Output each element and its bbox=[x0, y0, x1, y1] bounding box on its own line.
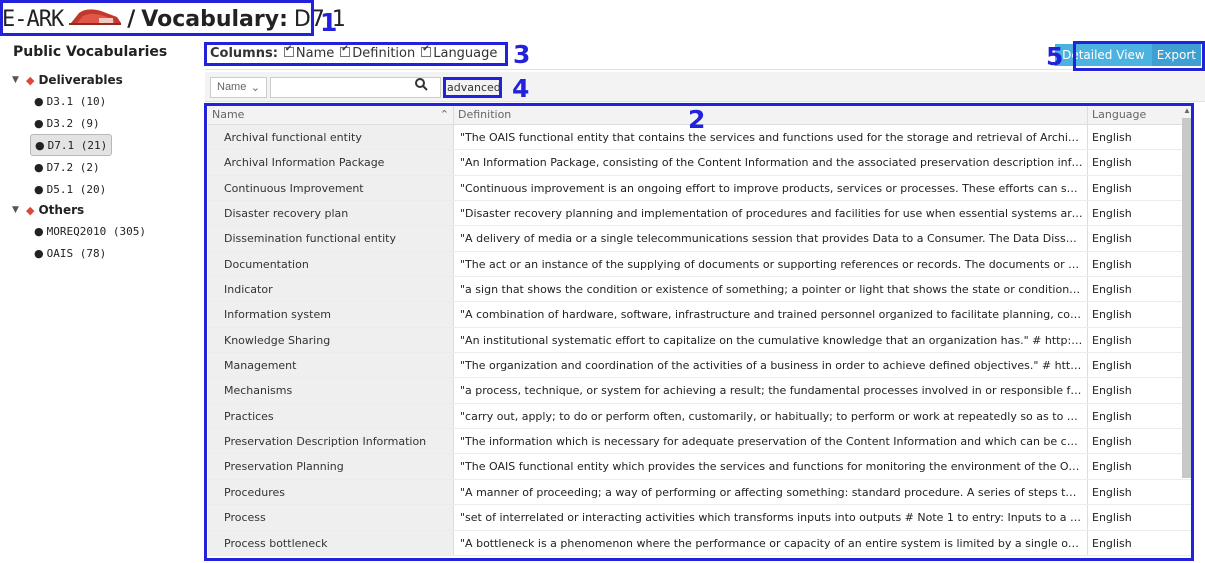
sidebar-item-d3-1[interactable]: ● D3.1 (10) bbox=[30, 90, 110, 112]
annotation-label-5: 5 bbox=[1046, 42, 1064, 71]
sidebar-item-d5-1[interactable]: ● D5.1 (20) bbox=[30, 178, 110, 200]
caret-down-icon[interactable]: ▼ bbox=[12, 205, 26, 215]
search-toolbar: Name ⌄ advanced bbox=[205, 72, 1205, 102]
globe-icon: ● bbox=[34, 224, 44, 238]
sidebar-item-label: D5.1 (20) bbox=[46, 182, 107, 196]
tag-icon: ◆ bbox=[26, 203, 35, 217]
annotation-box-1 bbox=[0, 0, 314, 36]
sidebar-item-label: OAIS (78) bbox=[46, 246, 107, 260]
search-field-value: Name bbox=[217, 81, 247, 93]
tree-node-label: Others bbox=[38, 203, 85, 217]
sidebar-item-d7-1[interactable]: ● D7.1 (21) bbox=[30, 134, 113, 156]
tree-node-others[interactable]: ▼ ◆ Others bbox=[12, 200, 200, 220]
sidebar-item-label: D3.1 (10) bbox=[46, 94, 107, 108]
annotation-box-2 bbox=[204, 103, 1194, 561]
tag-icon: ◆ bbox=[26, 73, 35, 87]
globe-icon: ● bbox=[34, 94, 44, 108]
annotation-label-4: 4 bbox=[512, 74, 530, 103]
globe-icon: ● bbox=[34, 160, 44, 174]
annotation-label-3: 3 bbox=[513, 40, 531, 69]
sidebar-item-oais[interactable]: ● OAIS (78) bbox=[30, 242, 110, 264]
globe-icon: ● bbox=[35, 138, 45, 152]
caret-down-icon[interactable]: ▼ bbox=[12, 75, 26, 85]
search-icon[interactable] bbox=[415, 78, 428, 94]
sidebar-item-d7-2[interactable]: ● D7.2 (2) bbox=[30, 156, 104, 178]
sidebar-item-moreq2010[interactable]: ● MOREQ2010 (305) bbox=[30, 220, 150, 242]
annotation-label-1: 1 bbox=[320, 8, 338, 37]
globe-icon: ● bbox=[34, 246, 44, 260]
globe-icon: ● bbox=[34, 182, 44, 196]
annotation-box-5 bbox=[1073, 41, 1205, 71]
tree-group-others: ▼ ◆ Others ● MOREQ2010 (305) ● OAIS (78) bbox=[12, 200, 200, 264]
sidebar-item-label: D3.2 (9) bbox=[46, 116, 100, 130]
tree-group-deliverables: ▼ ◆ Deliverables ● D3.1 (10) ● D3.2 (9) ● D… bbox=[12, 70, 200, 200]
annotation-label-2: 2 bbox=[688, 105, 706, 134]
sidebar-item-label: D7.1 (21) bbox=[47, 138, 108, 152]
tree-node-deliverables[interactable]: ▼ ◆ Deliverables bbox=[12, 70, 200, 90]
sidebar-item-label: D7.2 (2) bbox=[46, 160, 100, 174]
sidebar-item-d3-2[interactable]: ● D3.2 (9) bbox=[30, 112, 104, 134]
sidebar: Public Vocabularies ▼ ◆ Deliverables ● D3… bbox=[0, 44, 200, 264]
globe-icon: ● bbox=[34, 116, 44, 130]
sidebar-item-label: MOREQ2010 (305) bbox=[46, 224, 146, 238]
sidebar-title: Public Vocabularies bbox=[13, 44, 168, 60]
annotation-box-4 bbox=[443, 77, 502, 98]
chevron-down-icon: ⌄ bbox=[250, 82, 260, 94]
tree-node-label: Deliverables bbox=[38, 73, 123, 87]
annotation-box-3 bbox=[204, 42, 508, 66]
search-field-select[interactable]: Name ⌄ bbox=[210, 77, 267, 98]
